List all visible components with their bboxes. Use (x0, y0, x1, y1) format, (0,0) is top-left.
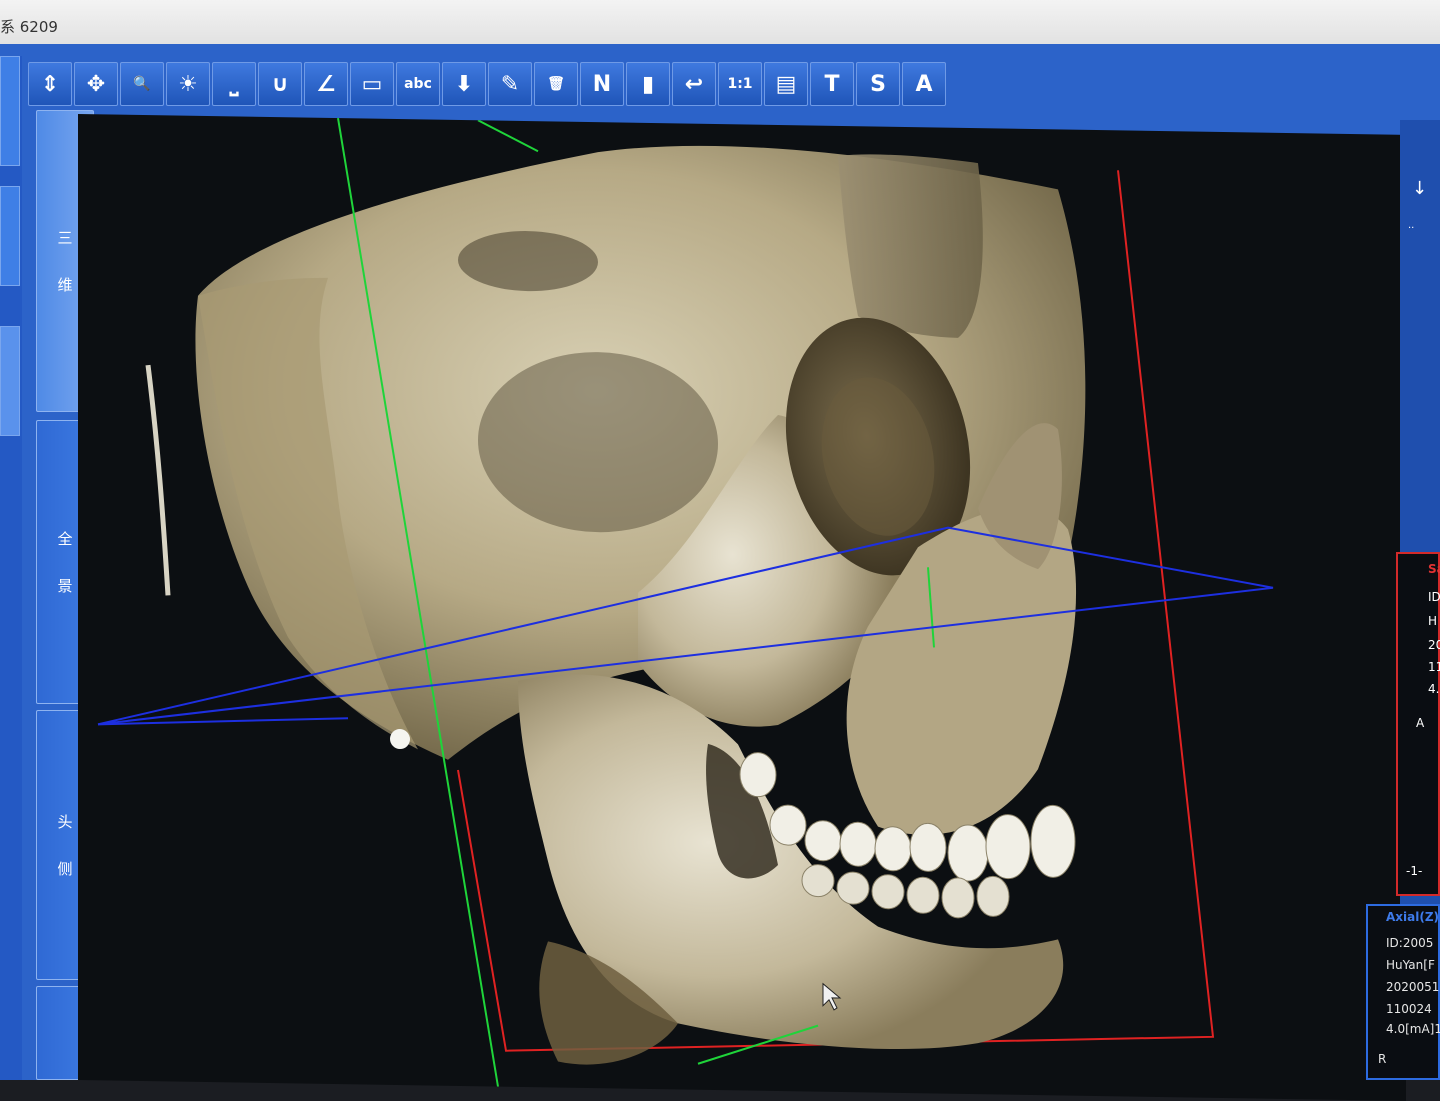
report-tool-icon[interactable]: ▤ (764, 62, 808, 106)
probe-tool-icon[interactable]: ▮ (626, 62, 670, 106)
page-tool-icon[interactable]: ⇕ (28, 62, 72, 106)
actual-size-tool-label: 1:1 (727, 76, 753, 92)
edge-tab-1[interactable] (0, 56, 20, 166)
angle-tool-icon: ∠ (316, 71, 336, 97)
ruler-tool-icon: ⎵ (229, 71, 239, 97)
s-tool-button[interactable]: S (856, 62, 900, 106)
nav-3d-label-2: 维 (57, 276, 73, 294)
curve-tool-icon: ∪ (271, 71, 289, 97)
ruler-tool-icon[interactable]: ⎵ (212, 62, 256, 106)
sag-line-2: H (1428, 614, 1438, 628)
pencil-tool-icon: ✎ (500, 71, 520, 97)
text-annotation-tool-button[interactable]: abc (396, 62, 440, 106)
move-tool-icon: ✥ (86, 71, 106, 97)
edge-tab-3[interactable] (0, 326, 20, 436)
s-tool-label: S (870, 71, 886, 97)
nav-panoramic-label-1: 全 (57, 530, 73, 548)
actual-size-tool-button[interactable]: 1:1 (718, 62, 762, 106)
move-tool-icon[interactable]: ✥ (74, 62, 118, 106)
text-tool-button[interactable]: T (810, 62, 854, 106)
left-edge-panel (0, 56, 22, 1080)
sag-line-5: 4.0 (1428, 682, 1440, 696)
3d-skull-render (97, 117, 1274, 1087)
window-title-bar: 系 6209 (0, 0, 1440, 45)
sag-line-1: ID (1428, 590, 1440, 604)
sagittal-info-box[interactable]: Sag ID H 20 11 4.0 A -1- (1396, 552, 1440, 896)
arrow-tool-icon[interactable]: ⬇ (442, 62, 486, 106)
trash-tool-icon: 🗑 (547, 76, 565, 92)
nav-panoramic-label-2: 景 (57, 577, 73, 595)
edge-tab-2[interactable] (0, 186, 20, 286)
page-tool-icon: ⇕ (40, 71, 60, 97)
axial-line-4: 110024 (1386, 1002, 1432, 1016)
brightness-tool-icon: ☀ (178, 71, 198, 97)
angle-tool-icon[interactable]: ∠ (304, 62, 348, 106)
axial-line-5: 4.0[mA]1( (1386, 1022, 1440, 1036)
nav-ceph-label-2: 侧 (57, 860, 73, 878)
n-tool-label: N (592, 71, 612, 97)
a-tool-label: A (915, 71, 933, 97)
rectangle-tool-icon[interactable]: ▭ (350, 62, 394, 106)
a-tool-button[interactable]: A (902, 62, 946, 106)
report-tool-icon: ▤ (775, 71, 797, 97)
sag-orientation-letter: A (1416, 716, 1425, 730)
axial-line-2: HuYan[F (1386, 958, 1435, 972)
down-arrow-icon[interactable]: ↓ (1412, 178, 1427, 199)
probe-tool-icon: ▮ (641, 71, 655, 97)
n-tool-button[interactable]: N (580, 62, 624, 106)
brightness-tool-icon[interactable]: ☀ (166, 62, 210, 106)
zoom-tool-icon: 🔍 (133, 76, 151, 92)
axial-line-1: ID:2005 (1386, 936, 1434, 950)
window-title: 系 6209 (0, 18, 58, 36)
nav-3d-label-1: 三 (57, 229, 73, 247)
text-tool-label: T (824, 71, 840, 97)
pencil-tool-icon[interactable]: ✎ (488, 62, 532, 106)
axial-info-box[interactable]: Axial(Z) ID:2005 HuYan[F 2020051 110024 … (1366, 904, 1440, 1080)
sag-line-4: 11 (1428, 660, 1440, 674)
arrow-tool-icon: ⬇ (454, 71, 474, 97)
sag-line-3: 20 (1428, 638, 1440, 652)
undo-tool-icon[interactable]: ↩ (672, 62, 716, 106)
more-dots-icon[interactable]: .. (1408, 220, 1414, 231)
nav-ceph-label-1: 头 (57, 813, 73, 831)
ear-rod (145, 364, 171, 596)
toolbar: ⇕ ✥ 🔍 ☀ ⎵ ∪ ∠ ▭ abc ⬇ ✎ 🗑 N ▮ ↩ 1:1 ▤ T S A (28, 58, 946, 114)
sagittal-title: Sag (1428, 562, 1440, 576)
axial-line-3: 2020051 (1386, 980, 1440, 994)
neck-column (838, 154, 983, 338)
text-annotation-tool-label: abc (404, 76, 432, 92)
sagittal-plane-top (477, 119, 539, 153)
rectangle-tool-icon: ▭ (361, 71, 383, 97)
3d-render-viewport[interactable] (78, 114, 1406, 1101)
axial-title: Axial(Z) (1386, 910, 1440, 924)
trash-tool-icon[interactable]: 🗑 (534, 62, 578, 106)
zoom-tool-icon[interactable]: 🔍 (120, 62, 164, 106)
undo-tool-icon: ↩ (684, 71, 704, 97)
sag-slice-marker: -1- (1406, 864, 1423, 878)
curve-tool-icon[interactable]: ∪ (258, 62, 302, 106)
axial-orientation-letter: R (1378, 1052, 1387, 1066)
